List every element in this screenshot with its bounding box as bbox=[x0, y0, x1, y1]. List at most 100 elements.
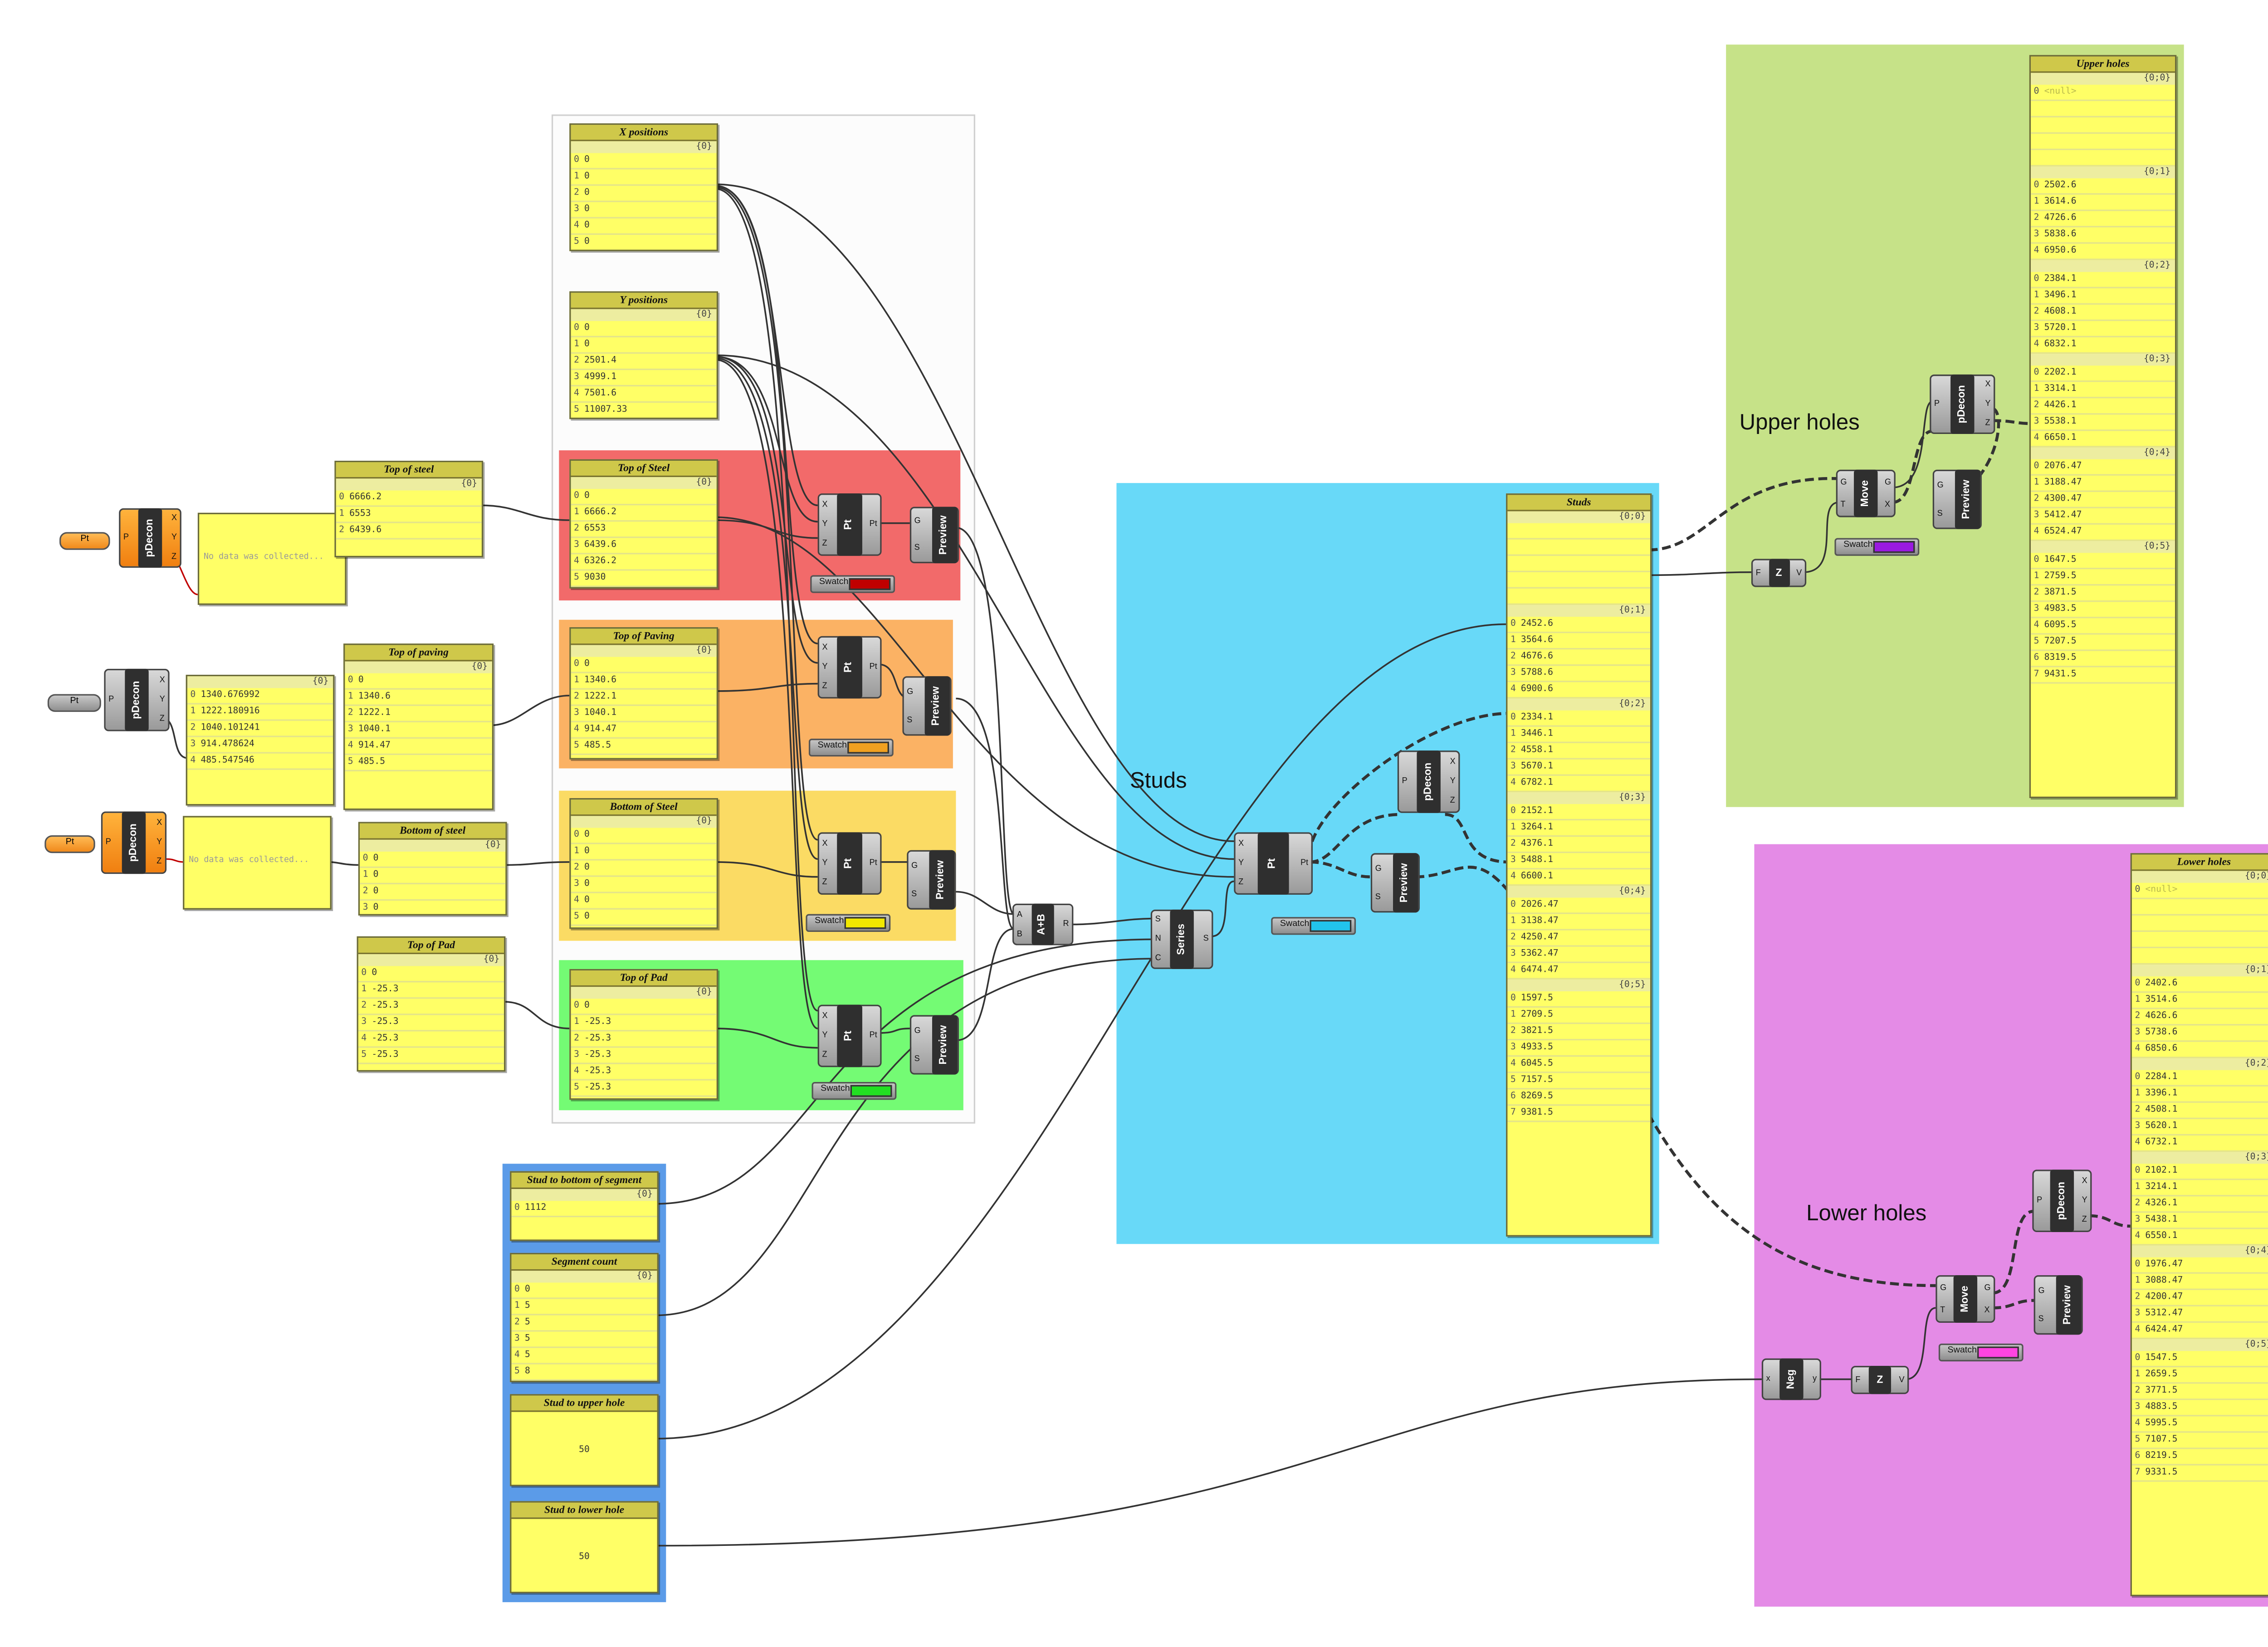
move-upper[interactable]: GT Move GX bbox=[1836, 469, 1896, 517]
panel-row: 58 bbox=[511, 1364, 657, 1381]
pdecon-studs[interactable]: P pDecon XYZ bbox=[1397, 750, 1460, 813]
swatch-red[interactable]: Swatch bbox=[810, 575, 895, 593]
panel-top-of-pad[interactable]: Top of Pad {0} 0 0 1 -25.3 2 -25.3 3 -25.3 4 -25.… bbox=[569, 969, 719, 1100]
panel-top-of-steel[interactable]: Top of Steel {0} 0 0 1 6666.2 2 6553 3 6439.6 4 6… bbox=[569, 459, 719, 589]
construct-point-top-of-paving[interactable]: XYZ Pt Pt bbox=[817, 636, 882, 699]
pdecon-upper[interactable]: P pDecon XYZ bbox=[1930, 374, 1995, 434]
preview-top-of-pad[interactable]: GS Preview bbox=[909, 1015, 959, 1075]
panel-pdecon-output-1[interactable]: No data was collected... bbox=[197, 512, 347, 605]
panel-y-positions[interactable]: Y positions {0} 0 0 1 0 2 2501.4 3 4999.1 4 7501.… bbox=[569, 291, 719, 419]
panel-row: 2 3771.5 bbox=[2131, 1384, 2268, 1400]
pdecon-component-1[interactable]: P pDecon XYZ bbox=[119, 508, 181, 568]
panel-row: 40 bbox=[571, 893, 717, 910]
panel-row: 3 5488.1 bbox=[1507, 853, 1651, 870]
panel-pdecon-output-3[interactable]: No data was collected... bbox=[183, 816, 332, 910]
series-component[interactable]: SNC Series S bbox=[1150, 909, 1213, 969]
panel-row: 6 8269.5 bbox=[1507, 1089, 1651, 1106]
panel-stud-to-bottom-of-segment[interactable]: Stud to bottom of segment {0} 0 1112 bbox=[510, 1171, 659, 1241]
panel-top-of-steel-input[interactable]: Top of steel {0} 0 6666.2 1 6553 2 6439.6 bbox=[334, 461, 484, 558]
panel-row: 15 bbox=[511, 1299, 657, 1316]
panel-stud-to-upper-hole[interactable]: Stud to upper hole 50 bbox=[510, 1394, 659, 1486]
panel-studs[interactable]: Studs {0;0} {0;1} 0 2452.6 1 3564.6 2 4676.6 3 57… bbox=[1506, 493, 1652, 1237]
grasshopper-canvas[interactable]: Studs Upper holes Lower holes Pt P pDeco… bbox=[0, 0, 2268, 1647]
panel-row: 4 5995.5 bbox=[2131, 1416, 2268, 1433]
z-vector-upper[interactable]: F Z V bbox=[1751, 559, 1807, 587]
panel-row: 4 6524.47 bbox=[2031, 525, 2175, 541]
panel-x-positions[interactable]: X positions {0} 001020304050 bbox=[569, 123, 719, 251]
preview-top-of-steel[interactable]: GS Preview bbox=[909, 507, 959, 564]
swatch-purple[interactable]: Swatch bbox=[1834, 538, 1920, 556]
point-param-2[interactable]: Pt bbox=[47, 694, 101, 712]
panel-row: 1 6553 bbox=[336, 507, 482, 523]
panel-top-of-paving[interactable]: Top of Paving {0} 0 0 1 1340.6 2 1222.1 3 1040.… bbox=[569, 627, 719, 760]
swatch-green[interactable]: Swatch bbox=[811, 1082, 897, 1100]
preview-lower[interactable]: GS Preview bbox=[2033, 1275, 2083, 1335]
branch-header: {0;0} bbox=[2031, 73, 2175, 85]
panel-row: 30 bbox=[571, 877, 717, 893]
panel-stud-to-lower-hole[interactable]: Stud to lower hole 50 bbox=[510, 1501, 659, 1593]
construct-point-top-of-steel[interactable]: XYZ Pt Pt bbox=[817, 493, 882, 556]
panel-row bbox=[2031, 150, 2175, 167]
panel-row: 3 914.478624 bbox=[187, 737, 333, 754]
panel-row: 3 1040.1 bbox=[571, 706, 717, 722]
preview-studs[interactable]: GS Preview bbox=[1370, 853, 1420, 913]
panel-top-of-pad-input[interactable]: Top of Pad {0} 0 0 1 -25.3 2 -25.3 3 -25.3 4 -25.… bbox=[357, 936, 506, 1072]
point-param-1[interactable]: Pt bbox=[59, 532, 110, 550]
panel-row: 2 1222.1 bbox=[345, 706, 492, 722]
panel-row: 5 485.5 bbox=[345, 755, 492, 772]
pdecon-lower[interactable]: P pDecon XYZ bbox=[2032, 1169, 2092, 1233]
panel-upper-holes[interactable]: Upper holes {0;0} 0 <null> {0;1} 0 2502.6 1 361… bbox=[2029, 55, 2177, 799]
pdecon-component-3[interactable]: P pDecon XYZ bbox=[101, 811, 167, 874]
panel-row: 2 4200.47 bbox=[2131, 1290, 2268, 1306]
panel-row: 3 5788.6 bbox=[1507, 666, 1651, 682]
panel-row: 1 3188.47 bbox=[2031, 476, 2175, 492]
panel-row: 0 <null> bbox=[2031, 85, 2175, 101]
panel-row: 5 7107.5 bbox=[2131, 1433, 2268, 1449]
panel-row: 00 bbox=[571, 657, 717, 673]
panel-row: 1 -25.3 bbox=[571, 1015, 717, 1032]
panel-row: 3 4999.1 bbox=[571, 370, 717, 387]
branch-header: {0;3} bbox=[1507, 792, 1651, 804]
panel-row: 0 1340.676992 bbox=[187, 688, 333, 705]
branch-header: {0;4} bbox=[1507, 886, 1651, 898]
panel-segment-count[interactable]: Segment count {0} 001525354558 bbox=[510, 1252, 659, 1383]
swatch-magenta[interactable]: Swatch bbox=[1938, 1343, 2024, 1362]
construct-point-bottom-of-steel[interactable]: XYZ Pt Pt bbox=[817, 832, 882, 895]
panel-row: 2 4626.6 bbox=[2131, 1009, 2268, 1026]
construct-point-studs[interactable]: XYZ Pt Pt bbox=[1234, 832, 1313, 895]
negative-component[interactable]: x Neg y bbox=[1761, 1358, 1821, 1400]
swatch-blue[interactable]: Swatch bbox=[1271, 917, 1356, 935]
swatch-orange[interactable]: Swatch bbox=[808, 738, 894, 757]
panel-row: 0 2334.1 bbox=[1507, 711, 1651, 727]
pdecon-label: pDecon bbox=[132, 681, 142, 719]
branch-header: {0;3} bbox=[2031, 354, 2175, 366]
preview-top-of-paving[interactable]: GS Preview bbox=[902, 676, 952, 736]
swatch-yellow[interactable]: Swatch bbox=[806, 914, 891, 932]
panel-row: 00 bbox=[360, 852, 506, 868]
panel-row: 4 6832.1 bbox=[2031, 337, 2175, 354]
point-param-3[interactable]: Pt bbox=[44, 835, 95, 853]
construct-point-top-of-pad[interactable]: XYZ Pt Pt bbox=[817, 1004, 882, 1067]
panel-bottom-of-steel[interactable]: Bottom of Steel {0} 001020304050 bbox=[569, 798, 719, 929]
panel-row: 0 2102.1 bbox=[2131, 1164, 2268, 1180]
branch-header: {0;2} bbox=[1507, 698, 1651, 711]
panel-row: 5 9030 bbox=[571, 571, 717, 587]
panel-row: 00 bbox=[571, 828, 717, 844]
panel-row: 2 3821.5 bbox=[1507, 1024, 1651, 1041]
preview-upper[interactable]: GS Preview bbox=[1932, 469, 1982, 529]
addition-component[interactable]: AB A+B R bbox=[1012, 903, 1074, 945]
pdecon-component-2[interactable]: P pDecon XYZ bbox=[104, 668, 170, 731]
z-vector-lower[interactable]: F Z V bbox=[1851, 1366, 1909, 1394]
panel-row: 2 4676.6 bbox=[1507, 649, 1651, 666]
move-lower[interactable]: GT Move GX bbox=[1936, 1275, 1995, 1323]
panel-row: 2 4300.47 bbox=[2031, 492, 2175, 508]
panel-row: 0 2452.6 bbox=[1507, 617, 1651, 633]
panel-row: 3 -25.3 bbox=[571, 1048, 717, 1064]
panel-top-of-paving-input[interactable]: Top of paving {0} 0 0 1 1340.6 2 1222.1 3 1040.… bbox=[343, 643, 494, 810]
panel-row: 00 bbox=[571, 321, 717, 337]
panel-pdecon-output-2[interactable]: {0} 0 1340.676992 1 1222.180916 2 1040.101241… bbox=[186, 674, 335, 806]
panel-bottom-of-steel-input[interactable]: Bottom of steel {0} 00102030 bbox=[358, 822, 507, 916]
panel-row: 1 3614.6 bbox=[2031, 195, 2175, 211]
panel-lower-holes[interactable]: Lower holes {0;0}0<null>{0;1}02402.61351… bbox=[2130, 853, 2268, 1597]
preview-bottom-of-steel[interactable]: GS Preview bbox=[907, 850, 956, 910]
